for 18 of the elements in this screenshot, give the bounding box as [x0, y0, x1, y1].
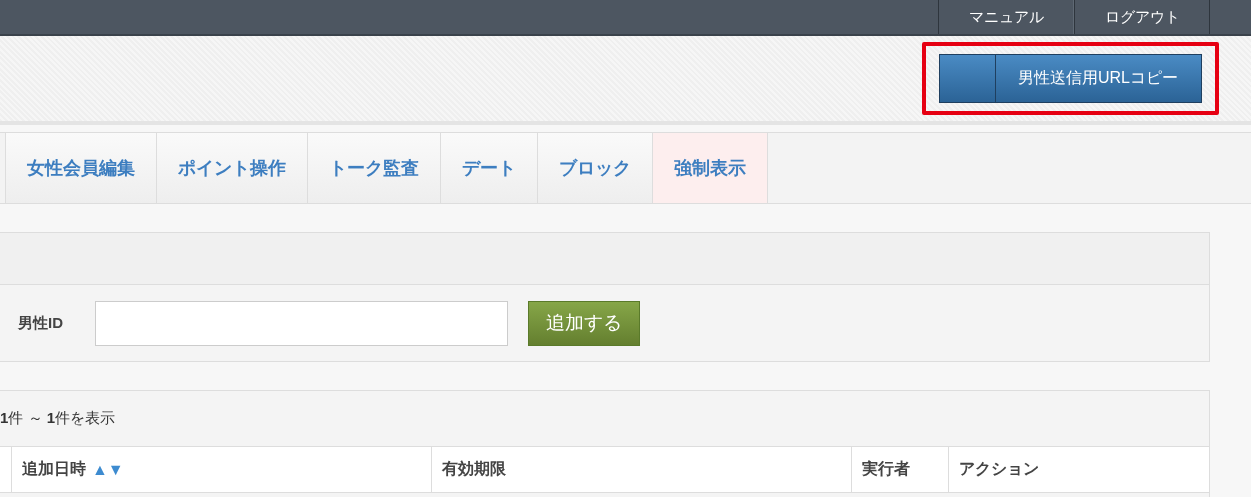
column-header: 有効期限	[442, 459, 506, 479]
id-input-field[interactable]	[95, 300, 508, 346]
top-nav-link[interactable]: マニュアル	[938, 0, 1074, 34]
column-header: アクション	[959, 459, 1039, 479]
result-count: 1件 ～ 1件を表示	[0, 409, 116, 428]
tab[interactable]: ポイント操作	[156, 133, 307, 203]
tab[interactable]: 強制表示	[652, 133, 768, 203]
field-label: 男性ID	[18, 313, 64, 333]
sort-toggle[interactable]: ▲▼	[92, 460, 124, 479]
copy-url-button[interactable]: 男性送信用URLコピー	[939, 54, 1202, 103]
column-header: 追加日時	[22, 459, 86, 479]
top-nav-link[interactable]: ログアウト	[1074, 0, 1210, 34]
column-header: 実行者	[862, 459, 910, 479]
tab[interactable]: デート	[440, 133, 537, 203]
add-button[interactable]: 追加する	[528, 300, 640, 346]
tab[interactable]: 女性会員編集	[5, 133, 156, 203]
tab[interactable]: トーク監査	[307, 133, 440, 203]
tab[interactable]: ブロック	[537, 133, 652, 203]
